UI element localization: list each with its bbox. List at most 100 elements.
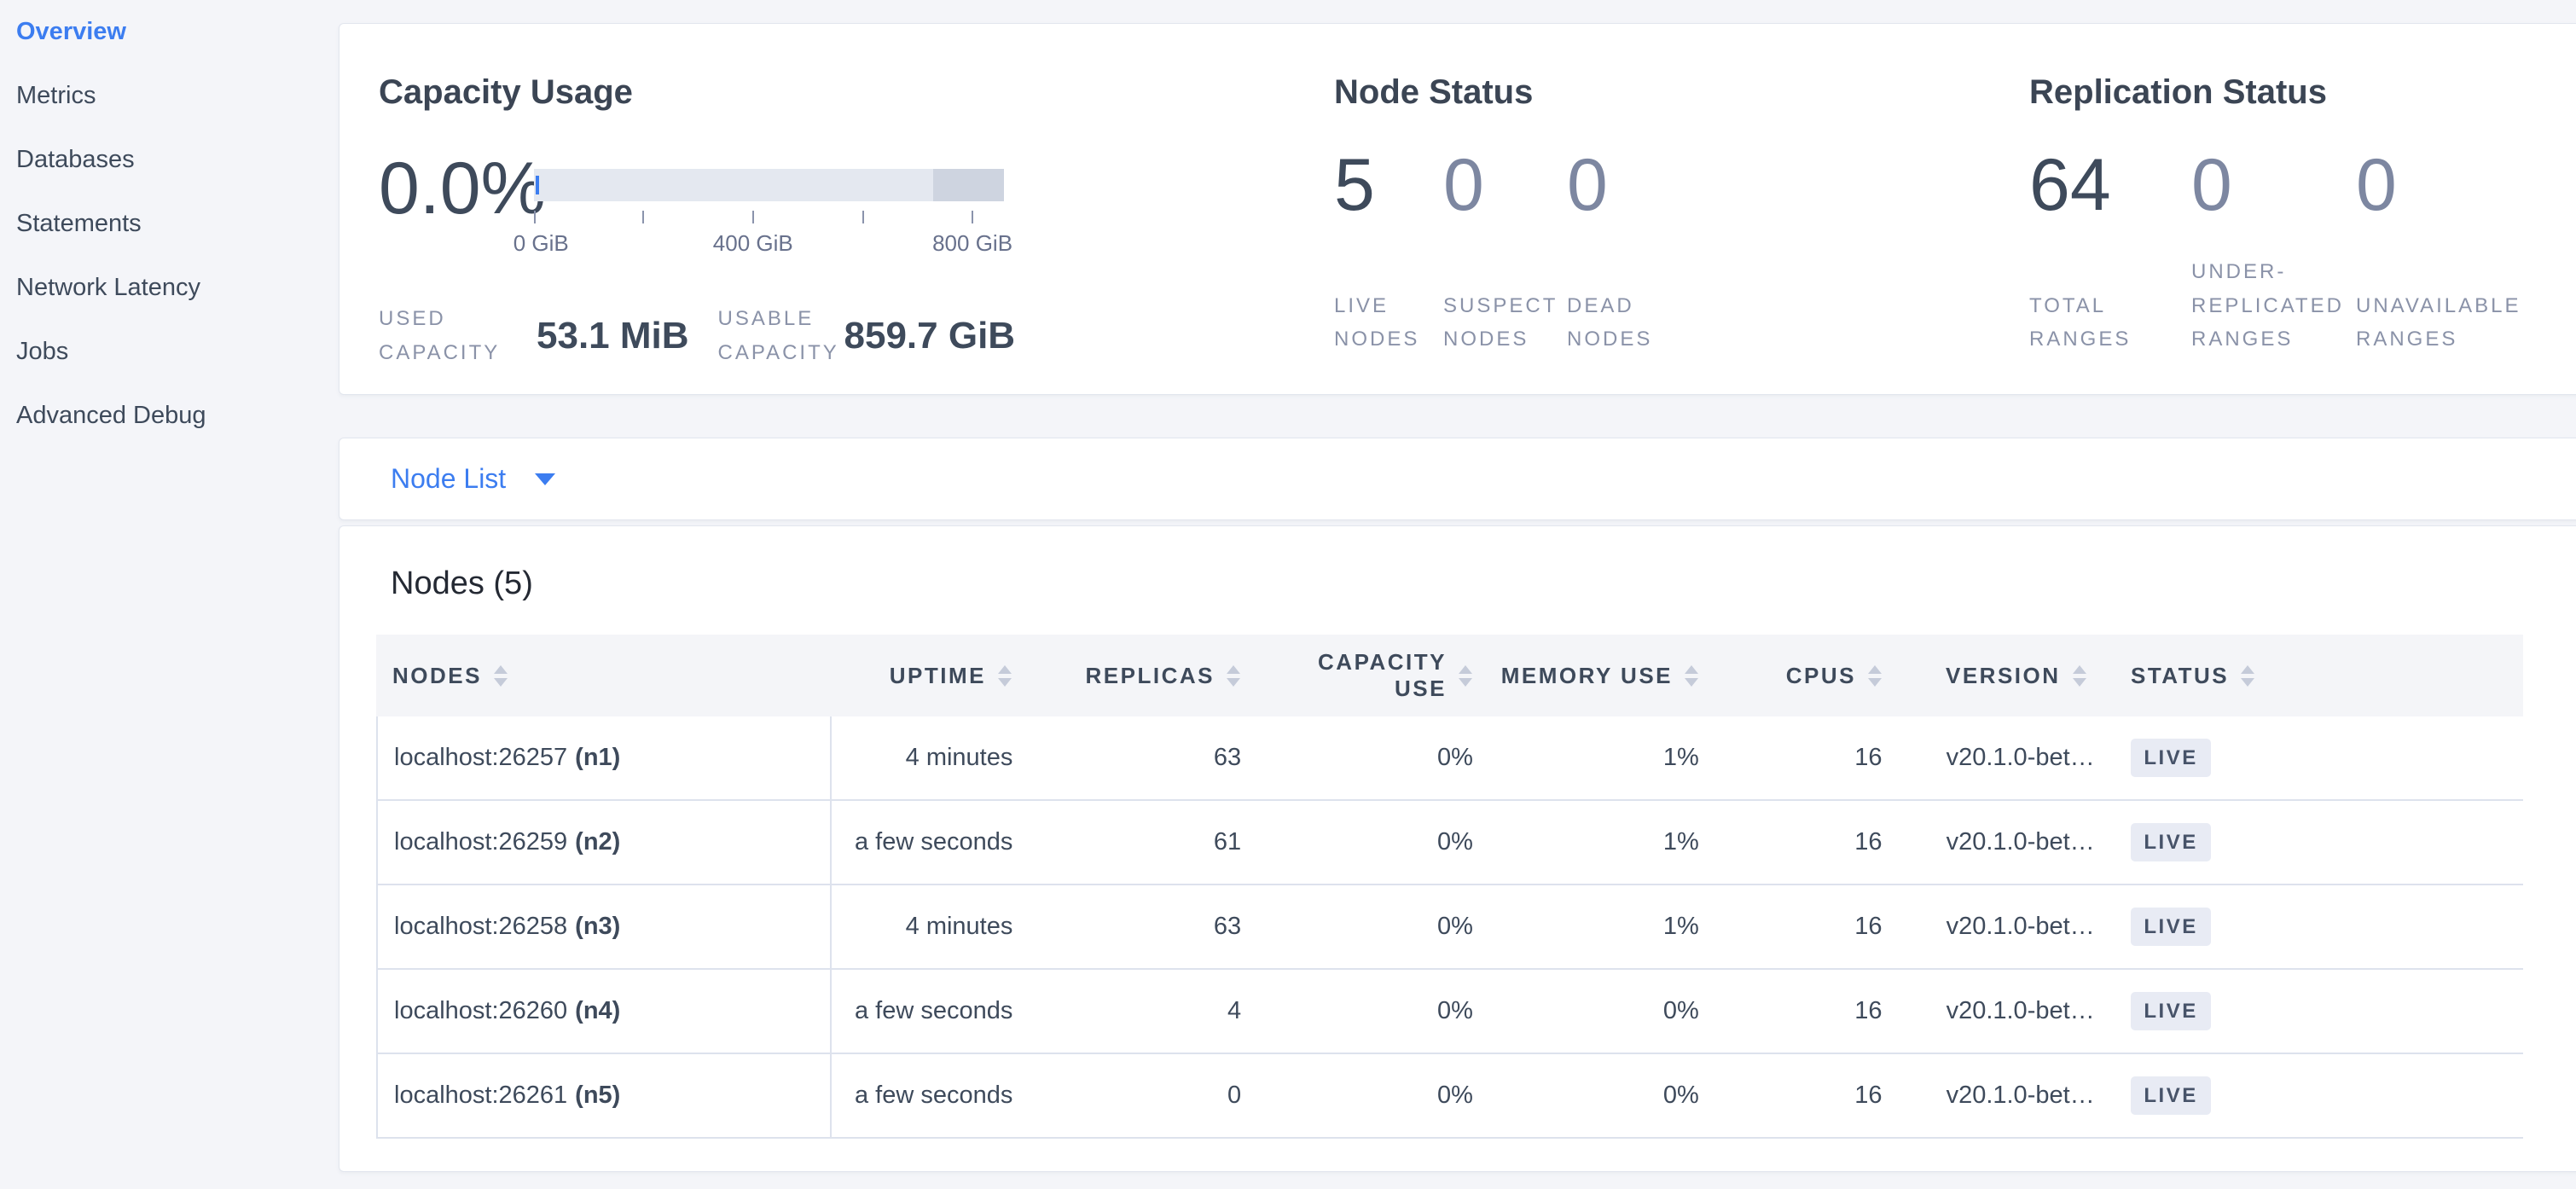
sidebar-item-overview[interactable]: Overview [0, 0, 339, 64]
main-content: Capacity Usage 0.0% [339, 0, 2576, 1189]
version-cell: v20.1.0-bet… [1904, 970, 2117, 1053]
sort-icon[interactable] [1685, 665, 1698, 687]
capacity-bar-reserved-segment [933, 169, 1004, 201]
status-cell: LIVE [2116, 970, 2523, 1053]
used-capacity-value: 53.1 MiB [537, 315, 689, 357]
dead-nodes-label: DEAD NODES [1567, 289, 1674, 357]
table-row-n1[interactable]: localhost:26257 (n1) 4 minutes 63 0% 1% … [378, 716, 2523, 801]
status-cell: LIVE [2116, 801, 2523, 884]
under-replicated-ranges-label: UNDER-REPLICATED RANGES [2191, 255, 2349, 357]
node-address-cell[interactable]: localhost:26257 (n1) [378, 716, 832, 799]
table-row-n3[interactable]: localhost:26258 (n3) 4 minutes 63 0% 1% … [378, 885, 2523, 970]
memory-use-cell: 1% [1494, 716, 1720, 799]
under-replicated-ranges-value: 0 [2191, 147, 2356, 223]
capacity-percent: 0.0% [379, 150, 534, 227]
nodes-table-header: NODES UPTIME REPLICAS CAPACITY USE [376, 635, 2523, 716]
column-header-cpus[interactable]: CPUS [1720, 635, 1903, 716]
replicas-cell: 63 [1034, 716, 1262, 799]
unavailable-ranges-value: 0 [2356, 147, 2552, 223]
cluster-summary-card: Capacity Usage 0.0% [339, 23, 2576, 395]
memory-use-cell: 0% [1494, 1054, 1720, 1137]
sidebar: Overview Metrics Databases Statements Ne… [0, 0, 339, 1189]
column-header-nodes[interactable]: NODES [376, 635, 830, 716]
replicas-cell: 4 [1034, 970, 1262, 1053]
replicas-cell: 63 [1034, 885, 1262, 968]
table-row-n5[interactable]: localhost:26261 (n5) a few seconds 0 0% … [378, 1054, 2523, 1139]
sort-icon[interactable] [2241, 665, 2254, 687]
status-cell: LIVE [2116, 885, 2523, 968]
column-header-capacity-use[interactable]: CAPACITY USE [1262, 635, 1494, 716]
unavailable-ranges-label: UNAVAILABLE RANGES [2356, 289, 2514, 357]
total-ranges-value: 64 [2029, 147, 2191, 223]
sort-icon[interactable] [1868, 665, 1882, 687]
table-row-n2[interactable]: localhost:26259 (n2) a few seconds 61 0%… [378, 801, 2523, 885]
sidebar-item-jobs[interactable]: Jobs [0, 320, 339, 384]
sidebar-item-metrics[interactable]: Metrics [0, 64, 339, 128]
node-address-cell[interactable]: localhost:26259 (n2) [378, 801, 832, 884]
uptime-cell: a few seconds [832, 801, 1035, 884]
column-header-status[interactable]: STATUS [2116, 635, 2523, 716]
view-selector-card: Node List [339, 438, 2576, 520]
replication-status-section: Replication Status 64 TOTAL RANGES 0 UND… [2029, 24, 2552, 394]
sort-icon[interactable] [1459, 665, 1472, 687]
axis-label-800: 800 GiB [932, 230, 1012, 257]
sort-icon[interactable] [494, 665, 508, 687]
sort-icon[interactable] [2073, 665, 2086, 687]
column-header-uptime[interactable]: UPTIME [830, 635, 1033, 716]
node-address-cell[interactable]: localhost:26260 (n4) [378, 970, 832, 1053]
capacity-axis-ticks [534, 211, 1004, 223]
live-nodes-label: LIVE NODES [1334, 289, 1441, 357]
node-list-dropdown-label: Node List [391, 463, 506, 495]
node-address-cell[interactable]: localhost:26261 (n5) [378, 1054, 832, 1137]
capacity-axis-labels: 0 GiB 400 GiB 800 GiB [534, 230, 1004, 256]
status-cell: LIVE [2116, 1054, 2523, 1137]
table-row-n4[interactable]: localhost:26260 (n4) a few seconds 4 0% … [378, 970, 2523, 1054]
capacity-use-cell: 0% [1262, 885, 1494, 968]
sort-icon[interactable] [998, 665, 1012, 687]
sort-icon[interactable] [1227, 665, 1240, 687]
column-header-memory-use[interactable]: MEMORY USE [1494, 635, 1720, 716]
page: Overview Metrics Databases Statements Ne… [0, 0, 2576, 1189]
capacity-bar-chart: 0 GiB 400 GiB 800 GiB [534, 150, 1004, 256]
memory-use-cell: 1% [1494, 801, 1720, 884]
uptime-cell: a few seconds [832, 1054, 1035, 1137]
sidebar-item-statements[interactable]: Statements [0, 192, 339, 256]
live-nodes-stat: 5 LIVE NODES [1334, 147, 1443, 357]
suspect-nodes-stat: 0 SUSPECT NODES [1443, 147, 1567, 357]
cpus-cell: 16 [1720, 970, 1904, 1053]
uptime-cell: a few seconds [832, 970, 1035, 1053]
node-status-title: Node Status [1334, 72, 2029, 113]
status-badge: LIVE [2131, 908, 2210, 946]
capacity-use-cell: 0% [1262, 801, 1494, 884]
used-capacity-label: USED CAPACITY [379, 302, 537, 369]
version-cell: v20.1.0-bet… [1904, 885, 2117, 968]
cpus-cell: 16 [1720, 885, 1904, 968]
suspect-nodes-label: SUSPECT NODES [1443, 289, 1550, 357]
sidebar-item-network-latency[interactable]: Network Latency [0, 256, 339, 320]
capacity-usage-title: Capacity Usage [379, 72, 1334, 113]
column-header-replicas[interactable]: REPLICAS [1033, 635, 1262, 716]
node-list-dropdown[interactable]: Node List [391, 463, 555, 495]
memory-use-cell: 0% [1494, 970, 1720, 1053]
capacity-use-cell: 0% [1262, 716, 1494, 799]
cpus-cell: 16 [1720, 716, 1904, 799]
node-status-section: Node Status 5 LIVE NODES 0 SUSPECT NODES… [1334, 24, 2029, 394]
capacity-use-cell: 0% [1262, 970, 1494, 1053]
status-badge: LIVE [2131, 1076, 2210, 1115]
node-address-cell[interactable]: localhost:26258 (n3) [378, 885, 832, 968]
column-header-version[interactable]: VERSION [1903, 635, 2116, 716]
dead-nodes-stat: 0 DEAD NODES [1567, 147, 1738, 357]
usable-capacity-value: 859.7 GiB [844, 315, 1016, 357]
nodes-table: NODES UPTIME REPLICAS CAPACITY USE [376, 635, 2523, 1139]
version-cell: v20.1.0-bet… [1904, 801, 2117, 884]
under-replicated-ranges-stat: 0 UNDER-REPLICATED RANGES [2191, 147, 2356, 357]
sidebar-item-advanced-debug[interactable]: Advanced Debug [0, 384, 339, 448]
replicas-cell: 0 [1034, 1054, 1262, 1137]
status-badge: LIVE [2131, 823, 2210, 861]
replication-status-title: Replication Status [2029, 72, 2552, 113]
version-cell: v20.1.0-bet… [1904, 1054, 2117, 1137]
total-ranges-stat: 64 TOTAL RANGES [2029, 147, 2191, 357]
dead-nodes-value: 0 [1567, 147, 1738, 223]
sidebar-item-databases[interactable]: Databases [0, 128, 339, 192]
nodes-table-card: Nodes (5) NODES UPTIME REPLICAS [339, 525, 2576, 1172]
